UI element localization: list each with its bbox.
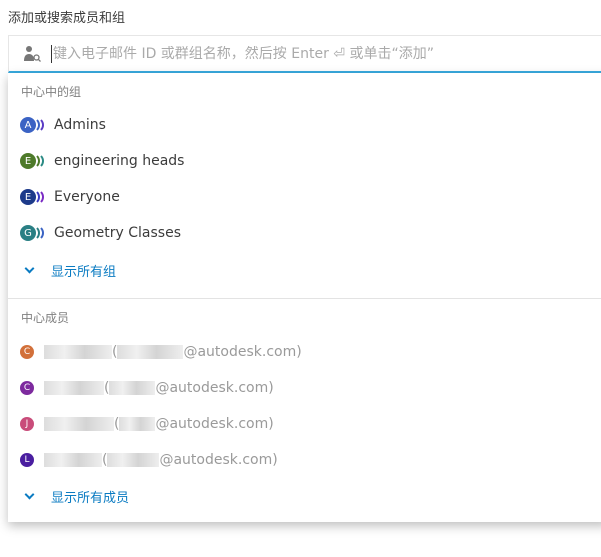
group-avatar-icon: E — [20, 153, 46, 169]
redacted-email — [109, 381, 156, 395]
member-email-domain: @autodesk.com) — [155, 416, 274, 432]
member-avatar-icon: L — [20, 453, 34, 467]
redacted-name — [44, 417, 114, 431]
members-heading: 中心成员 — [21, 311, 70, 325]
group-name: engineering heads — [54, 153, 185, 169]
suggestion-dropdown: 中心中的组 A Admins E engineering heads E Eve… — [8, 73, 601, 522]
search-field[interactable] — [8, 35, 601, 73]
member-item[interactable]: L ( @autodesk.com) — [20, 446, 278, 474]
divider — [8, 298, 601, 299]
show-all-groups-link[interactable]: 显示所有组 — [24, 261, 117, 280]
redacted-email — [117, 345, 184, 359]
member-item[interactable]: C ( @autodesk.com) — [20, 374, 274, 402]
redacted-name — [44, 453, 102, 467]
redacted-name — [44, 381, 104, 395]
group-avatar-icon: A — [20, 117, 46, 133]
text-cursor — [51, 44, 52, 63]
group-name: Geometry Classes — [54, 225, 181, 241]
group-item-admins[interactable]: A Admins — [20, 111, 106, 139]
member-email-domain: @autodesk.com) — [183, 344, 302, 360]
group-name: Everyone — [54, 189, 120, 205]
redacted-email — [119, 417, 156, 431]
groups-heading: 中心中的组 — [21, 85, 82, 99]
member-avatar-icon: C — [20, 381, 34, 395]
show-all-groups-label: 显示所有组 — [51, 265, 117, 280]
show-all-members-label: 显示所有成员 — [51, 491, 130, 506]
group-avatar-icon: G — [20, 225, 46, 241]
show-all-members-link[interactable]: 显示所有成员 — [24, 487, 130, 506]
search-input[interactable] — [53, 45, 573, 62]
redacted-name — [44, 345, 112, 359]
chevron-down-icon — [24, 263, 35, 274]
field-label: 添加或搜索成员和组 — [8, 11, 126, 26]
member-email-domain: @autodesk.com) — [155, 380, 274, 396]
member-email-domain: @autodesk.com) — [159, 452, 278, 468]
group-name: Admins — [54, 117, 106, 133]
member-item[interactable]: J ( @autodesk.com) — [20, 410, 274, 438]
group-item-engineering-heads[interactable]: E engineering heads — [20, 147, 184, 175]
group-avatar-icon: E — [20, 189, 46, 205]
member-avatar-icon: C — [20, 345, 34, 359]
chevron-down-icon — [24, 489, 35, 500]
member-item[interactable]: C ( @autodesk.com) — [20, 338, 302, 366]
member-avatar-icon: J — [20, 417, 34, 431]
group-item-geometry-classes[interactable]: G Geometry Classes — [20, 219, 181, 247]
user-search-icon — [23, 45, 43, 63]
redacted-email — [107, 453, 160, 467]
group-item-everyone[interactable]: E Everyone — [20, 183, 120, 211]
